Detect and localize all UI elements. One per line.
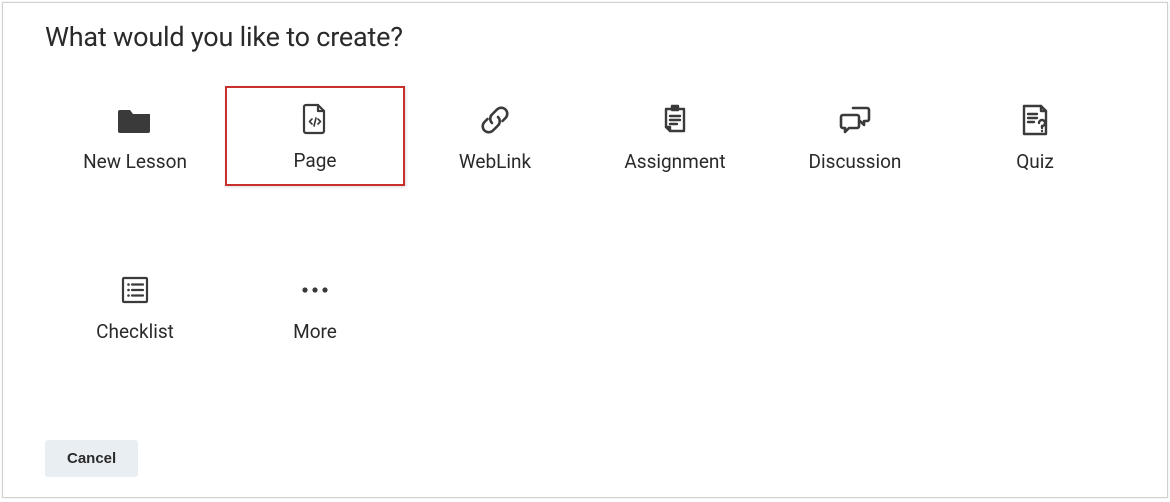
option-label: Checklist [96, 320, 174, 343]
cancel-button[interactable]: Cancel [45, 440, 138, 477]
dialog-heading: What would you like to create? [45, 21, 1125, 53]
option-new-lesson[interactable]: New Lesson [45, 87, 225, 187]
option-label: Assignment [624, 150, 725, 173]
assignment-icon [661, 102, 689, 138]
option-label: Quiz [1016, 150, 1054, 173]
more-icon [300, 272, 330, 308]
create-dialog: What would you like to create? New Lesso… [2, 2, 1168, 498]
page-code-icon [302, 101, 328, 137]
option-discussion[interactable]: Discussion [765, 87, 945, 187]
quiz-icon [1019, 102, 1051, 138]
option-label: Discussion [809, 150, 902, 173]
option-weblink[interactable]: WebLink [405, 87, 585, 187]
dialog-footer: Cancel [45, 440, 138, 477]
option-quiz[interactable]: Quiz [945, 87, 1125, 187]
checklist-icon [120, 272, 150, 308]
option-label: More [293, 320, 337, 343]
option-label: Page [294, 149, 337, 172]
folder-icon [117, 102, 153, 138]
option-assignment[interactable]: Assignment [585, 87, 765, 187]
discussion-icon [837, 102, 873, 138]
option-page[interactable]: Page [225, 86, 405, 186]
link-icon [478, 102, 512, 138]
create-options-grid: New Lesson Page [45, 87, 1125, 357]
option-label: New Lesson [83, 150, 187, 173]
option-more[interactable]: More [225, 257, 405, 357]
option-label: WebLink [459, 150, 531, 173]
option-checklist[interactable]: Checklist [45, 257, 225, 357]
